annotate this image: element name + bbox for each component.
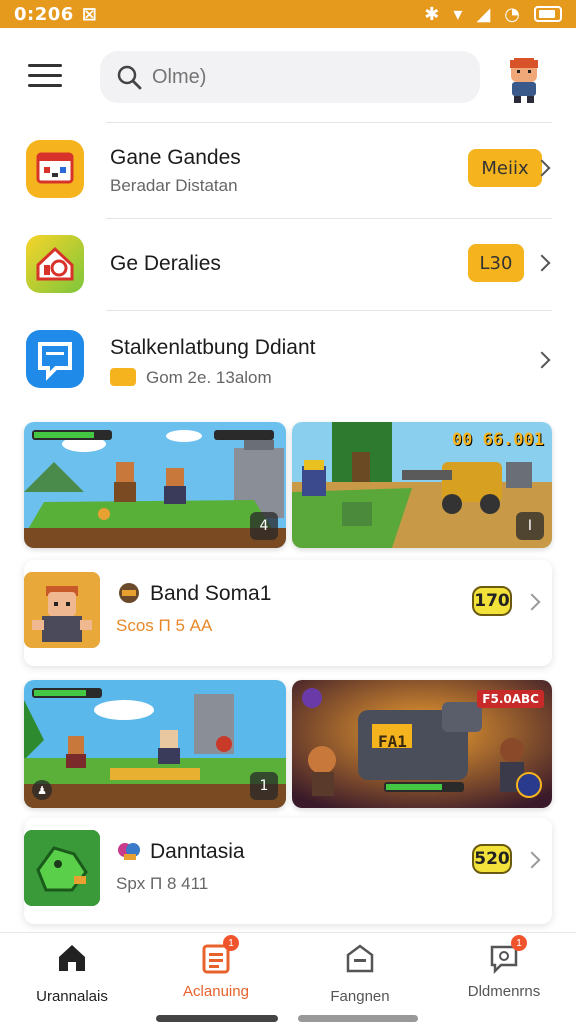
divider [106, 310, 552, 311]
card-mini-icon [119, 583, 139, 603]
list-icon: 1 [199, 935, 239, 975]
gesture-bar [298, 1015, 418, 1022]
game-tile[interactable]: 4 [24, 422, 286, 548]
tile-label: FA1 [378, 732, 407, 751]
search-input[interactable] [152, 65, 452, 89]
card-title: Band Soma1 [150, 582, 272, 605]
game-card[interactable]: Band Soma1 Scos П 5 AA 170 [24, 560, 552, 666]
nav-games[interactable]: Fangnen [300, 941, 420, 1005]
tile-hud-text: F5.0ABC [477, 690, 544, 708]
coin-icon [110, 368, 136, 386]
status-extra-icon: ⊠ [81, 3, 97, 25]
app-icon [26, 140, 84, 198]
card-badge[interactable]: 170 [472, 586, 512, 616]
item-subtitle: Beradar Distatan [110, 176, 238, 195]
cellular-icon: ◢ [476, 3, 491, 25]
gesture-bar [156, 1015, 278, 1022]
compass-icon [516, 772, 542, 798]
status-bar: 0:206 ⊠ ✱ ▾ ◢ ◔ [0, 0, 576, 28]
chevron-right-icon[interactable] [523, 851, 541, 869]
item-badge[interactable]: Meiix [468, 149, 542, 187]
nav-profile[interactable]: 1 Dldmenrns [444, 935, 564, 1000]
list-item[interactable]: Ge Deralies L30 [24, 220, 552, 308]
app-icon [26, 330, 84, 388]
chevron-right-icon[interactable] [533, 351, 551, 369]
game-screenshot [24, 422, 286, 548]
divider [106, 122, 552, 123]
nav-badge: 1 [223, 935, 239, 951]
item-badge[interactable]: L30 [468, 244, 524, 282]
tile-icon: ♟ [32, 780, 52, 800]
item-title: Ge Deralies [110, 252, 221, 275]
list-item[interactable]: Stalkenlatbung Ddiant Gom 2e. 13alom [24, 314, 552, 404]
game-tile[interactable]: F5.0ABC FA1 [292, 680, 552, 808]
app-icon [26, 235, 84, 293]
avatar[interactable] [502, 54, 546, 104]
card-title: Danntasia [150, 840, 245, 863]
card-subtitle: Scos П 5 AA [116, 616, 213, 635]
game-tile[interactable]: 00 66.001 I [292, 422, 552, 548]
card-subtitle: Spx П 8 411 [116, 874, 209, 893]
bluetooth-icon: ✱ [424, 3, 440, 25]
tile-hud-text: 00 66.001 [451, 430, 544, 450]
tile-corner-badge: 1 [250, 772, 278, 800]
item-subtitle: Gom 2e. 13alom [146, 368, 272, 387]
top-bar [0, 28, 576, 122]
status-icons: ✱ ▾ ◢ ◔ [424, 4, 562, 25]
message-icon: 1 [487, 935, 527, 975]
nav-label: Dldmenrns [467, 983, 541, 1000]
chevron-right-icon[interactable] [523, 593, 541, 611]
nav-activity[interactable]: 1 Aclanuing [156, 935, 276, 1000]
nav-label: Aclanuing [183, 983, 249, 1000]
battery-icon [534, 6, 562, 22]
card-thumbnail [24, 572, 100, 648]
search-bar[interactable] [100, 51, 480, 103]
wifi-icon: ◔ [504, 3, 520, 25]
nav-label: Urannalais [36, 988, 108, 1005]
card-mini-icon [118, 843, 140, 860]
card-badge[interactable]: 520 [472, 844, 512, 874]
menu-icon[interactable] [28, 64, 64, 88]
item-title: Gane Gandes [110, 146, 241, 169]
nav-home[interactable]: Urannalais [12, 941, 132, 1005]
home-icon [59, 945, 85, 971]
game-card[interactable]: Danntasia Spx П 8 411 520 [24, 818, 552, 924]
card-thumbnail [24, 830, 100, 906]
tile-corner-badge: I [516, 512, 544, 540]
chevron-right-icon[interactable] [533, 254, 551, 272]
list-item[interactable]: Gane Gandes Beradar Distatan Meiix [24, 128, 552, 216]
bottom-nav: Urannalais 1 Aclanuing Fangnen 1 Dldmenr… [0, 932, 576, 1024]
tile-corner-badge: 4 [250, 512, 278, 540]
item-title: Stalkenlatbung Ddiant [110, 336, 316, 359]
game-screenshot [24, 680, 286, 808]
divider [106, 218, 552, 219]
nav-badge: 1 [511, 935, 527, 951]
store-icon [346, 944, 374, 973]
signal-icon: ▾ [453, 3, 463, 25]
status-time: 0:206 [14, 3, 74, 25]
game-tile[interactable]: ♟ 1 [24, 680, 286, 808]
nav-label: Fangnen [330, 988, 390, 1005]
search-icon [117, 65, 142, 90]
